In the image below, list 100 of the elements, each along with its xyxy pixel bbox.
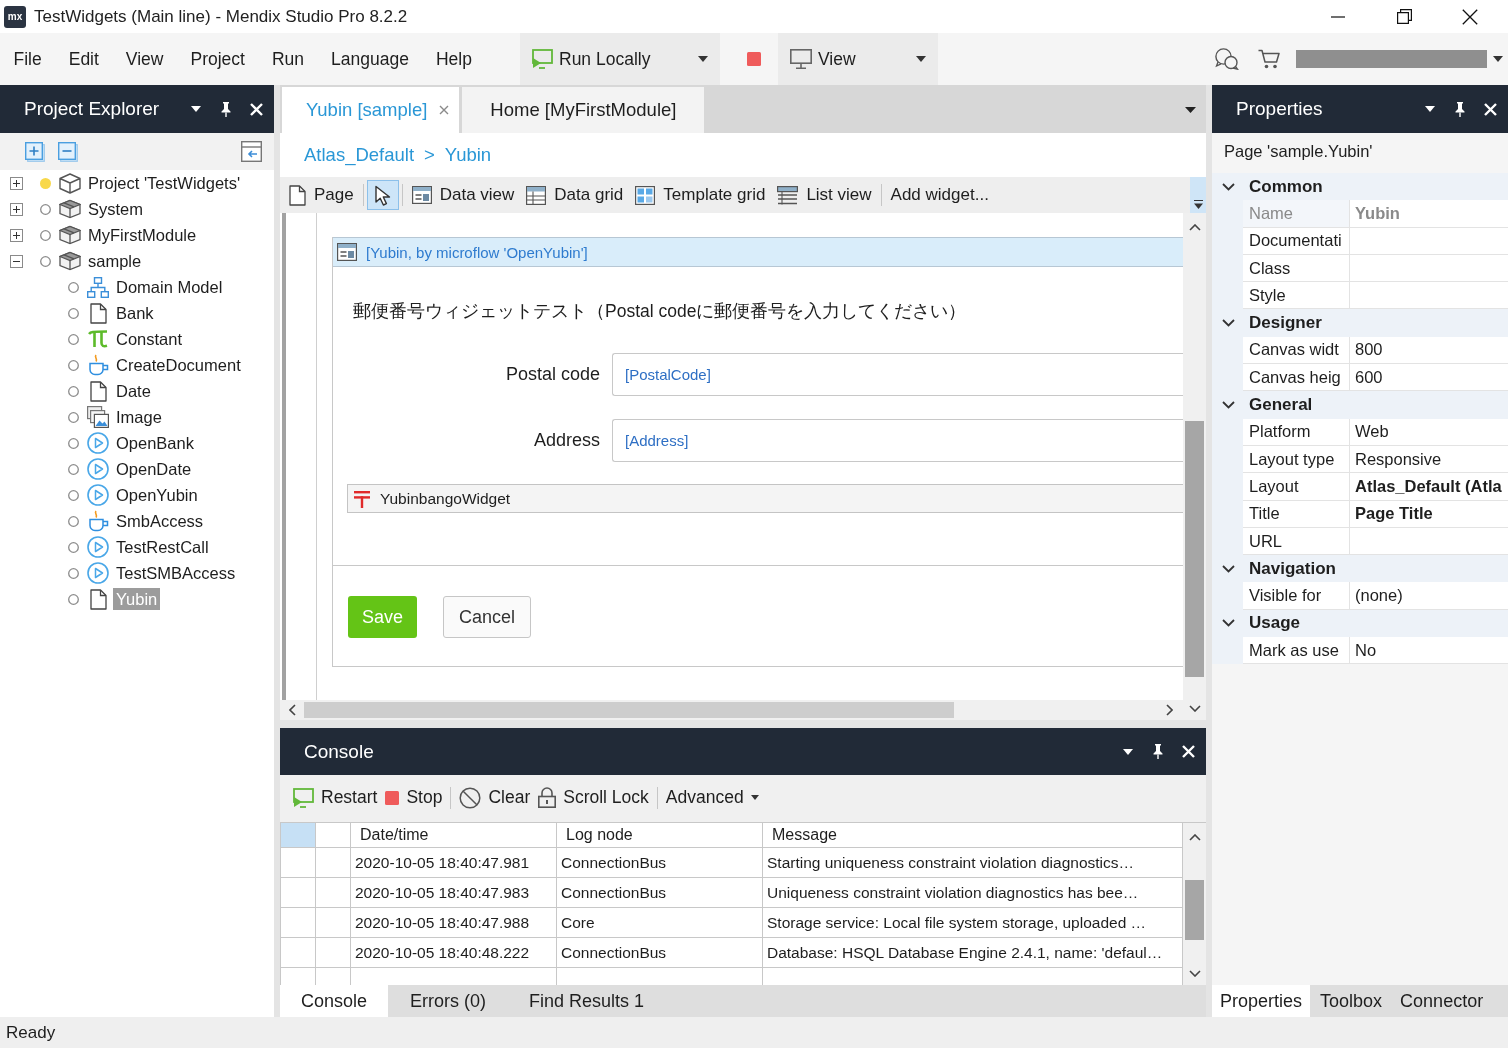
tiles-icon [635,185,656,205]
view-button[interactable]: View [778,33,938,85]
toolbar-button[interactable]: Page [283,180,360,210]
tree-item[interactable]: Constant [113,328,186,350]
tab[interactable]: Errors (0) [388,985,509,1017]
tree-item[interactable]: Domain Model [113,276,226,298]
toolbar-button[interactable]: Data view [405,180,521,210]
property-field[interactable]: No [1350,637,1508,665]
pin-icon[interactable] [221,101,231,117]
property-label: Platform [1243,418,1350,446]
toolbar-button[interactable]: List view [771,180,878,210]
tab[interactable]: Home [MyFirstModule] [462,87,705,133]
tab[interactable]: Properties [1212,985,1311,1017]
input-field[interactable]: [Address] [612,419,1183,462]
scroll-thumb[interactable] [1185,421,1204,677]
property-field[interactable] [1350,527,1508,556]
tab[interactable]: Connector [1392,985,1492,1017]
overflow-button[interactable] [1190,177,1206,213]
chevron-left-icon[interactable] [288,704,296,716]
secondary-button[interactable]: Cancel [443,596,531,638]
property-field[interactable]: (none) [1350,582,1508,610]
scroll-thumb[interactable] [1185,880,1204,940]
pin-icon[interactable] [1455,101,1465,117]
menu-item[interactable]: Project [177,33,259,85]
property-field[interactable]: Page Title [1350,500,1508,528]
property-field[interactable] [1350,254,1508,283]
close-icon[interactable] [1462,8,1478,25]
menu-item[interactable]: Edit [55,33,113,85]
tree-item[interactable]: CreateDocument [113,354,244,376]
chevron-down-icon[interactable] [1188,704,1201,712]
toolbar-button[interactable]: Clear [455,786,535,809]
menu-item[interactable]: Language [317,33,423,85]
tree-item[interactable]: Date [113,380,154,402]
input-field[interactable]: [PostalCode] [612,353,1183,396]
vertical-scrollbar[interactable] [1183,823,1206,985]
tree-item[interactable]: Project 'TestWidgets' [85,172,244,194]
toolbar-button[interactable]: Advanced [661,787,763,808]
toolbar-button[interactable]: Scroll Lock [534,787,653,808]
property-field[interactable]: Web [1350,418,1508,446]
property-field[interactable]: 800 [1350,336,1508,365]
toolbar-button[interactable]: Restart [289,787,382,808]
toolbar-button[interactable]: Data grid [520,180,630,210]
chevron-down-icon[interactable] [1188,969,1201,977]
tree-item[interactable]: Bank [113,302,157,324]
tree-item[interactable]: SmbAccess [113,510,207,532]
menu-item[interactable]: Help [422,33,486,85]
minimize-icon[interactable] [1331,15,1345,18]
property-field[interactable]: Responsive [1350,445,1508,474]
section-header[interactable]: Common [1212,173,1508,201]
plus-square-icon[interactable] [10,228,23,242]
chevron-up-icon[interactable] [1188,223,1201,231]
menu-item[interactable]: File [0,33,56,85]
chat-icon[interactable] [1215,48,1239,70]
caret-icon[interactable] [1425,106,1435,112]
section-header[interactable]: Navigation [1212,555,1508,583]
minus-square-icon[interactable] [10,254,23,268]
caret-icon[interactable] [1123,748,1133,755]
tree-item[interactable]: TestRestCall [113,536,212,558]
plus-square-icon[interactable] [10,202,23,216]
chevron-right-icon[interactable] [1165,704,1173,716]
tab[interactable]: Find Results 1 [508,985,666,1017]
property-field[interactable]: 600 [1350,364,1508,392]
restore-icon[interactable] [1396,9,1412,24]
pin-icon[interactable] [1153,744,1163,759]
section-header[interactable]: General [1212,391,1508,419]
property-field[interactable]: Atlas_Default (Atla [1350,473,1508,501]
toolbar-button[interactable]: Stop [381,787,447,808]
run-locally-button[interactable]: Run Locally [520,33,720,85]
tree-item[interactable]: OpenBank [113,432,197,454]
tree-item[interactable]: Image [113,406,165,428]
tree-item[interactable]: OpenYubin [113,484,201,506]
caret-icon[interactable] [1185,107,1196,113]
tab[interactable]: Toolbox [1310,985,1393,1017]
menu-item[interactable]: Run [258,33,318,85]
log-row[interactable]: 2020-10-05 18:40:48.222 ConnectionBus Database: HSQL Database Engine 2.4.1, name: 'defaul… [281,938,1183,968]
menu-item[interactable]: View [112,33,177,85]
log-row[interactable]: 2020-10-05 18:40:47.983 ConnectionBus Uniqueness constraint violation diagnostics has bee… [281,878,1183,908]
toolbar-button[interactable]: Template grid [629,180,772,210]
toolbar-button[interactable]: Add widget... [884,180,995,210]
tree-item[interactable]: OpenDate [113,458,195,480]
tree-item[interactable]: TestSMBAccess [113,562,239,584]
chevron-up-icon[interactable] [1188,833,1201,841]
log-row[interactable]: 2020-10-05 18:40:47.988 Core Storage service: Local file system storage, uploaded … [281,908,1183,938]
tab[interactable]: Console [280,985,389,1017]
scroll-thumb[interactable] [304,702,954,718]
section-header[interactable]: Usage [1212,609,1508,638]
log-row[interactable]: 2020-10-05 18:40:47.981 ConnectionBus Starting uniqueness constraint violation diagnostics… [281,848,1183,878]
caret-icon[interactable] [191,106,201,112]
cart-icon[interactable] [1258,49,1280,69]
vertical-scrollbar[interactable] [1183,213,1206,720]
tree-item[interactable]: System [85,198,146,220]
horizontal-scrollbar[interactable] [280,700,1183,720]
property-field[interactable] [1350,227,1508,255]
tree-item[interactable]: MyFirstModule [85,224,200,246]
caret-icon[interactable] [1493,56,1503,62]
property-field[interactable] [1350,282,1508,310]
section-header[interactable]: Designer [1212,309,1508,337]
tree-item[interactable]: sample [85,250,145,272]
plus-square-icon[interactable] [10,176,23,190]
select-tool-button[interactable] [366,180,399,210]
